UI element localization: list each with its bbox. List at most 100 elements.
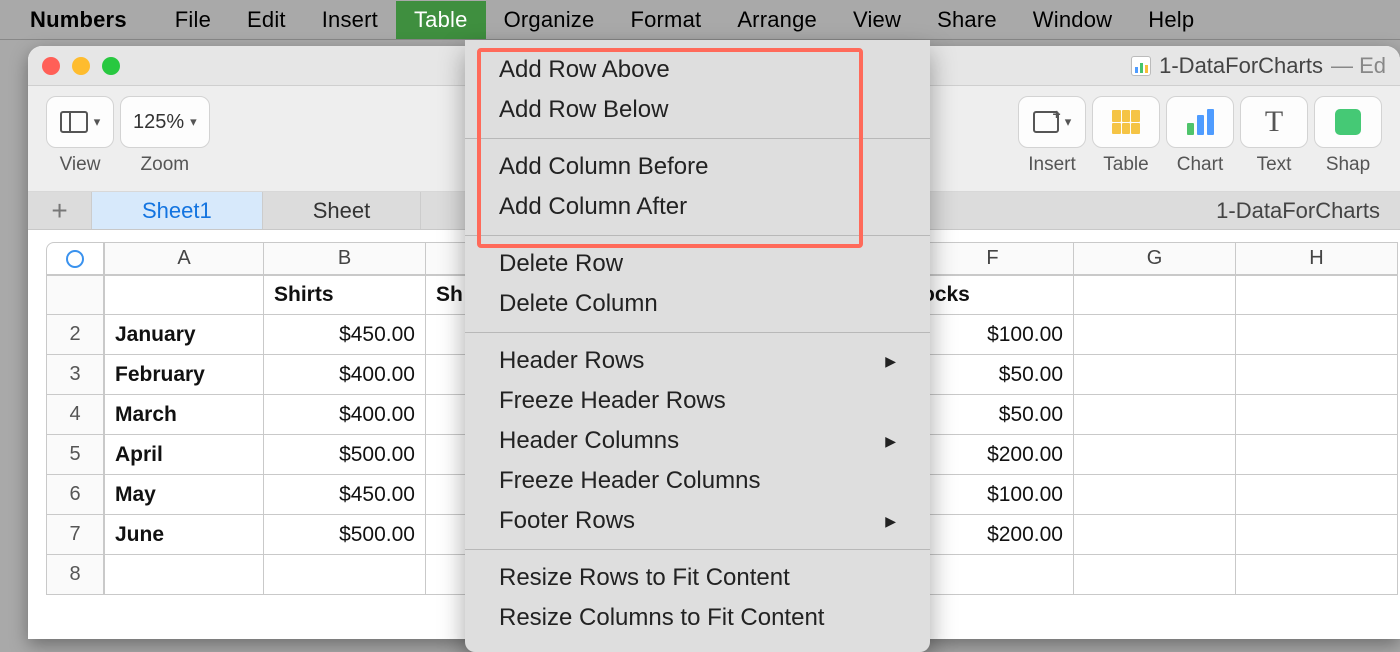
- menu-delete-column[interactable]: Delete Column: [465, 284, 930, 324]
- menu-share[interactable]: Share: [919, 1, 1015, 39]
- view-button[interactable]: ▾: [46, 96, 114, 148]
- row-header[interactable]: 6: [46, 475, 104, 515]
- menu-header-columns[interactable]: Header Columns: [465, 421, 930, 461]
- menu-insert[interactable]: Insert: [304, 1, 396, 39]
- cell[interactable]: $100.00: [912, 475, 1074, 515]
- menu-add-column-after[interactable]: Add Column After: [465, 187, 930, 227]
- cell[interactable]: $450.00: [264, 315, 426, 355]
- cell[interactable]: [1074, 275, 1236, 315]
- menu-add-row-below[interactable]: Add Row Below: [465, 90, 930, 130]
- cell[interactable]: [1074, 395, 1236, 435]
- row-header[interactable]: 3: [46, 355, 104, 395]
- cell[interactable]: [1074, 555, 1236, 595]
- cell[interactable]: $200.00: [912, 515, 1074, 555]
- menu-add-column-before[interactable]: Add Column Before: [465, 147, 930, 187]
- menu-resize-rows-fit[interactable]: Resize Rows to Fit Content: [465, 558, 930, 598]
- cell[interactable]: [1236, 275, 1398, 315]
- select-all-corner[interactable]: [46, 242, 104, 275]
- cell[interactable]: January: [104, 315, 264, 355]
- close-window-button[interactable]: [42, 57, 60, 75]
- cell[interactable]: $100.00: [912, 315, 1074, 355]
- menu-resize-columns-fit[interactable]: Resize Columns to Fit Content: [465, 598, 930, 638]
- cell[interactable]: [1236, 315, 1398, 355]
- menu-view[interactable]: View: [835, 1, 919, 39]
- table-button[interactable]: [1092, 96, 1160, 148]
- cell[interactable]: Shirts: [264, 275, 426, 315]
- menu-organize[interactable]: Organize: [486, 1, 613, 39]
- column-header[interactable]: H: [1236, 242, 1398, 275]
- document-title-text: 1-DataForCharts: [1159, 53, 1323, 79]
- menu-header-rows[interactable]: Header Rows: [465, 341, 930, 381]
- menu-arrange[interactable]: Arrange: [719, 1, 835, 39]
- text-button[interactable]: T: [1240, 96, 1308, 148]
- shape-icon: [1335, 109, 1361, 135]
- cell[interactable]: February: [104, 355, 264, 395]
- zoom-button[interactable]: 125% ▾: [120, 96, 210, 148]
- menu-freeze-header-rows[interactable]: Freeze Header Rows: [465, 381, 930, 421]
- insert-button[interactable]: ▾: [1018, 96, 1086, 148]
- cell[interactable]: [1074, 315, 1236, 355]
- row-header[interactable]: 7: [46, 515, 104, 555]
- cell[interactable]: $500.00: [264, 515, 426, 555]
- menu-edit[interactable]: Edit: [229, 1, 304, 39]
- cell[interactable]: [1236, 355, 1398, 395]
- column-header[interactable]: A: [104, 242, 264, 275]
- row-header[interactable]: 8: [46, 555, 104, 595]
- cell[interactable]: $50.00: [912, 355, 1074, 395]
- cell[interactable]: [1074, 475, 1236, 515]
- menu-footer-rows[interactable]: Footer Rows: [465, 501, 930, 541]
- minimize-window-button[interactable]: [72, 57, 90, 75]
- cell[interactable]: [1074, 355, 1236, 395]
- menu-help[interactable]: Help: [1130, 1, 1212, 39]
- cell[interactable]: [912, 555, 1074, 595]
- app-menu[interactable]: Numbers: [30, 7, 127, 33]
- cell[interactable]: [1236, 435, 1398, 475]
- menu-add-row-above[interactable]: Add Row Above: [465, 50, 930, 90]
- cell[interactable]: May: [104, 475, 264, 515]
- cell[interactable]: ocks: [912, 275, 1074, 315]
- cell[interactable]: June: [104, 515, 264, 555]
- cell[interactable]: April: [104, 435, 264, 475]
- shape-button[interactable]: [1314, 96, 1382, 148]
- row-header[interactable]: 2: [46, 315, 104, 355]
- document-subtitle: 1-DataForCharts: [1216, 198, 1380, 224]
- add-sheet-button[interactable]: +: [28, 192, 92, 229]
- cell[interactable]: [1236, 475, 1398, 515]
- row-header[interactable]: [46, 275, 104, 315]
- row-header[interactable]: 5: [46, 435, 104, 475]
- column-header[interactable]: B: [264, 242, 426, 275]
- cell[interactable]: $500.00: [264, 435, 426, 475]
- insert-icon: [1033, 111, 1059, 133]
- cell[interactable]: [264, 555, 426, 595]
- cell[interactable]: $400.00: [264, 355, 426, 395]
- cell[interactable]: March: [104, 395, 264, 435]
- shape-label: Shap: [1326, 154, 1370, 176]
- cell[interactable]: $400.00: [264, 395, 426, 435]
- row-header[interactable]: 4: [46, 395, 104, 435]
- cell[interactable]: [104, 275, 264, 315]
- cell[interactable]: [1236, 395, 1398, 435]
- cell[interactable]: $50.00: [912, 395, 1074, 435]
- menu-window[interactable]: Window: [1015, 1, 1130, 39]
- cell[interactable]: [1236, 515, 1398, 555]
- cell[interactable]: $450.00: [264, 475, 426, 515]
- cell[interactable]: [1074, 435, 1236, 475]
- cell[interactable]: [1074, 515, 1236, 555]
- zoom-label: Zoom: [141, 154, 190, 176]
- column-header[interactable]: G: [1074, 242, 1236, 275]
- menu-format[interactable]: Format: [612, 1, 719, 39]
- menu-freeze-header-cols[interactable]: Freeze Header Columns: [465, 461, 930, 501]
- menu-table[interactable]: Table: [396, 1, 486, 39]
- menu-file[interactable]: File: [157, 1, 229, 39]
- zoom-window-button[interactable]: [102, 57, 120, 75]
- chart-button[interactable]: [1166, 96, 1234, 148]
- tab-sheet1[interactable]: Sheet1: [92, 192, 263, 229]
- cell[interactable]: $200.00: [912, 435, 1074, 475]
- cell[interactable]: [1236, 555, 1398, 595]
- menu-delete-row[interactable]: Delete Row: [465, 244, 930, 284]
- text-icon: T: [1265, 105, 1283, 139]
- column-header[interactable]: F: [912, 242, 1074, 275]
- tab-sheet2[interactable]: Sheet: [263, 192, 422, 229]
- cell[interactable]: [104, 555, 264, 595]
- view-icon: [60, 111, 88, 133]
